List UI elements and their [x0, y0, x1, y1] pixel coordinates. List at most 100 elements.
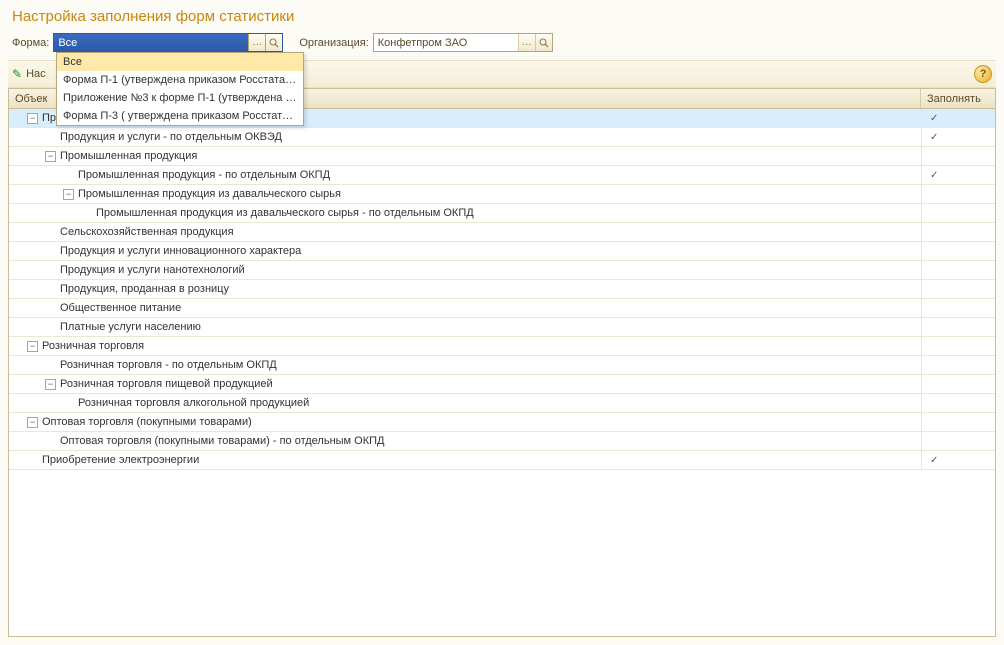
- row-cell-object: −Розничная торговля: [9, 337, 921, 355]
- row-cell-object: −Оптовая торговля (покупными товарами): [9, 413, 921, 431]
- dropdown-item[interactable]: Приложение №3 к форме П-1 (утверждена п.…: [57, 89, 303, 107]
- collapse-icon[interactable]: −: [27, 113, 38, 124]
- dropdown-item[interactable]: Форма П-3 ( утверждена приказом Росстата…: [57, 107, 303, 125]
- collapse-icon[interactable]: −: [27, 417, 38, 428]
- ellipsis-icon[interactable]: …: [518, 34, 535, 51]
- dropdown-item[interactable]: Все: [57, 53, 303, 71]
- table-row[interactable]: Промышленная продукция - по отдельным ОК…: [9, 166, 995, 185]
- row-cell-fill[interactable]: [921, 432, 995, 450]
- row-cell-fill[interactable]: [921, 394, 995, 412]
- row-cell-fill[interactable]: [921, 223, 995, 241]
- table-row[interactable]: Продукция и услуги инновационного характ…: [9, 242, 995, 261]
- row-cell-object: −Промышленная продукция из давальческого…: [9, 185, 921, 203]
- customize-button[interactable]: Нас: [26, 68, 46, 80]
- row-cell-fill[interactable]: [921, 337, 995, 355]
- row-cell-fill[interactable]: [921, 128, 995, 146]
- row-cell-object: Продукция и услуги инновационного характ…: [9, 242, 921, 260]
- row-cell-fill[interactable]: [921, 375, 995, 393]
- row-cell-object: Приобретение электроэнергии: [9, 451, 921, 469]
- row-label: Промышленная продукция - по отдельным ОК…: [78, 169, 330, 181]
- table-row[interactable]: Общественное питание: [9, 299, 995, 318]
- row-label: Розничная торговля - по отдельным ОКПД: [60, 359, 277, 371]
- check-icon: [930, 131, 938, 143]
- row-cell-object: Промышленная продукция из давальческого …: [9, 204, 921, 222]
- help-icon[interactable]: ?: [974, 65, 992, 83]
- org-combo[interactable]: Конфетпром ЗАО …: [373, 33, 553, 52]
- row-cell-object: Общественное питание: [9, 299, 921, 317]
- table-row[interactable]: Продукция и услуги - по отдельным ОКВЭД: [9, 128, 995, 147]
- search-icon[interactable]: [535, 34, 552, 51]
- collapse-icon[interactable]: −: [27, 341, 38, 352]
- table-row[interactable]: −Оптовая торговля (покупными товарами): [9, 413, 995, 432]
- row-label: Розничная торговля алкогольной продукцие…: [78, 397, 309, 409]
- row-label: Промышленная продукция из давальческого …: [78, 188, 341, 200]
- row-label: Промышленная продукция: [60, 150, 197, 162]
- row-cell-fill[interactable]: [921, 261, 995, 279]
- row-label: Общественное питание: [60, 302, 181, 314]
- row-cell-fill[interactable]: [921, 109, 995, 127]
- search-icon[interactable]: [265, 34, 282, 51]
- table-row[interactable]: Продукция и услуги нанотехнологий: [9, 261, 995, 280]
- row-label: Сельскохозяйственная продукция: [60, 226, 234, 238]
- row-label: Продукция, проданная в розницу: [60, 283, 229, 295]
- row-cell-fill[interactable]: [921, 451, 995, 469]
- form-combo[interactable]: Все …: [53, 33, 283, 52]
- row-cell-object: −Промышленная продукция: [9, 147, 921, 165]
- form-dropdown[interactable]: ВсеФорма П-1 (утверждена приказом Росста…: [56, 52, 304, 126]
- ellipsis-icon[interactable]: …: [248, 34, 265, 51]
- window: Настройка заполнения форм статистики Фор…: [0, 0, 1004, 645]
- pencil-icon[interactable]: ✎: [12, 67, 22, 81]
- collapse-icon[interactable]: −: [45, 379, 56, 390]
- table-row[interactable]: Розничная торговля алкогольной продукцие…: [9, 394, 995, 413]
- table-row[interactable]: −Розничная торговля: [9, 337, 995, 356]
- row-cell-object: Продукция и услуги - по отдельным ОКВЭД: [9, 128, 921, 146]
- org-combo-value: Конфетпром ЗАО: [374, 37, 518, 49]
- table-row[interactable]: Приобретение электроэнергии: [9, 451, 995, 470]
- table-row[interactable]: −Розничная торговля пищевой продукцией: [9, 375, 995, 394]
- row-cell-fill[interactable]: [921, 166, 995, 184]
- row-cell-object: Сельскохозяйственная продукция: [9, 223, 921, 241]
- form-label: Форма:: [12, 37, 49, 49]
- table-row[interactable]: Оптовая торговля (покупными товарами) - …: [9, 432, 995, 451]
- form-combo-value: Все: [54, 37, 248, 49]
- row-cell-fill[interactable]: [921, 185, 995, 203]
- grid-body[interactable]: −Продукция и услугиПродукция и услуги - …: [9, 109, 995, 636]
- row-label: Платные услуги населению: [60, 321, 201, 333]
- table-row[interactable]: −Промышленная продукция из давальческого…: [9, 185, 995, 204]
- row-cell-object: Промышленная продукция - по отдельным ОК…: [9, 166, 921, 184]
- row-cell-object: Розничная торговля алкогольной продукцие…: [9, 394, 921, 412]
- row-cell-fill[interactable]: [921, 299, 995, 317]
- row-cell-fill[interactable]: [921, 318, 995, 336]
- table-row[interactable]: −Промышленная продукция: [9, 147, 995, 166]
- collapse-icon[interactable]: −: [45, 151, 56, 162]
- row-label: Промышленная продукция из давальческого …: [96, 207, 474, 219]
- row-cell-object: Продукция, проданная в розницу: [9, 280, 921, 298]
- row-cell-fill[interactable]: [921, 280, 995, 298]
- row-label: Продукция и услуги инновационного характ…: [60, 245, 301, 257]
- row-cell-fill[interactable]: [921, 147, 995, 165]
- dropdown-item[interactable]: Форма П-1 (утверждена приказом Росстата …: [57, 71, 303, 89]
- filter-bar: Форма: Все … Организация: Конфетпром ЗАО…: [8, 33, 996, 60]
- row-label: Розничная торговля пищевой продукцией: [60, 378, 273, 390]
- table-row[interactable]: Продукция, проданная в розницу: [9, 280, 995, 299]
- column-header-fill[interactable]: Заполнять: [921, 89, 995, 108]
- page-title: Настройка заполнения форм статистики: [8, 4, 996, 33]
- row-cell-object: Платные услуги населению: [9, 318, 921, 336]
- table-row[interactable]: Сельскохозяйственная продукция: [9, 223, 995, 242]
- row-cell-fill[interactable]: [921, 356, 995, 374]
- collapse-icon[interactable]: −: [63, 189, 74, 200]
- row-cell-object: Продукция и услуги нанотехнологий: [9, 261, 921, 279]
- row-cell-object: −Розничная торговля пищевой продукцией: [9, 375, 921, 393]
- org-label: Организация:: [299, 37, 368, 49]
- table-row[interactable]: Розничная торговля - по отдельным ОКПД: [9, 356, 995, 375]
- row-cell-fill[interactable]: [921, 204, 995, 222]
- table-row[interactable]: Платные услуги населению: [9, 318, 995, 337]
- row-cell-fill[interactable]: [921, 413, 995, 431]
- table-row[interactable]: Промышленная продукция из давальческого …: [9, 204, 995, 223]
- check-icon: [930, 454, 938, 466]
- check-icon: [930, 169, 938, 181]
- row-cell-object: Оптовая торговля (покупными товарами) - …: [9, 432, 921, 450]
- row-cell-fill[interactable]: [921, 242, 995, 260]
- row-cell-object: Розничная торговля - по отдельным ОКПД: [9, 356, 921, 374]
- row-label: Оптовая торговля (покупными товарами): [42, 416, 252, 428]
